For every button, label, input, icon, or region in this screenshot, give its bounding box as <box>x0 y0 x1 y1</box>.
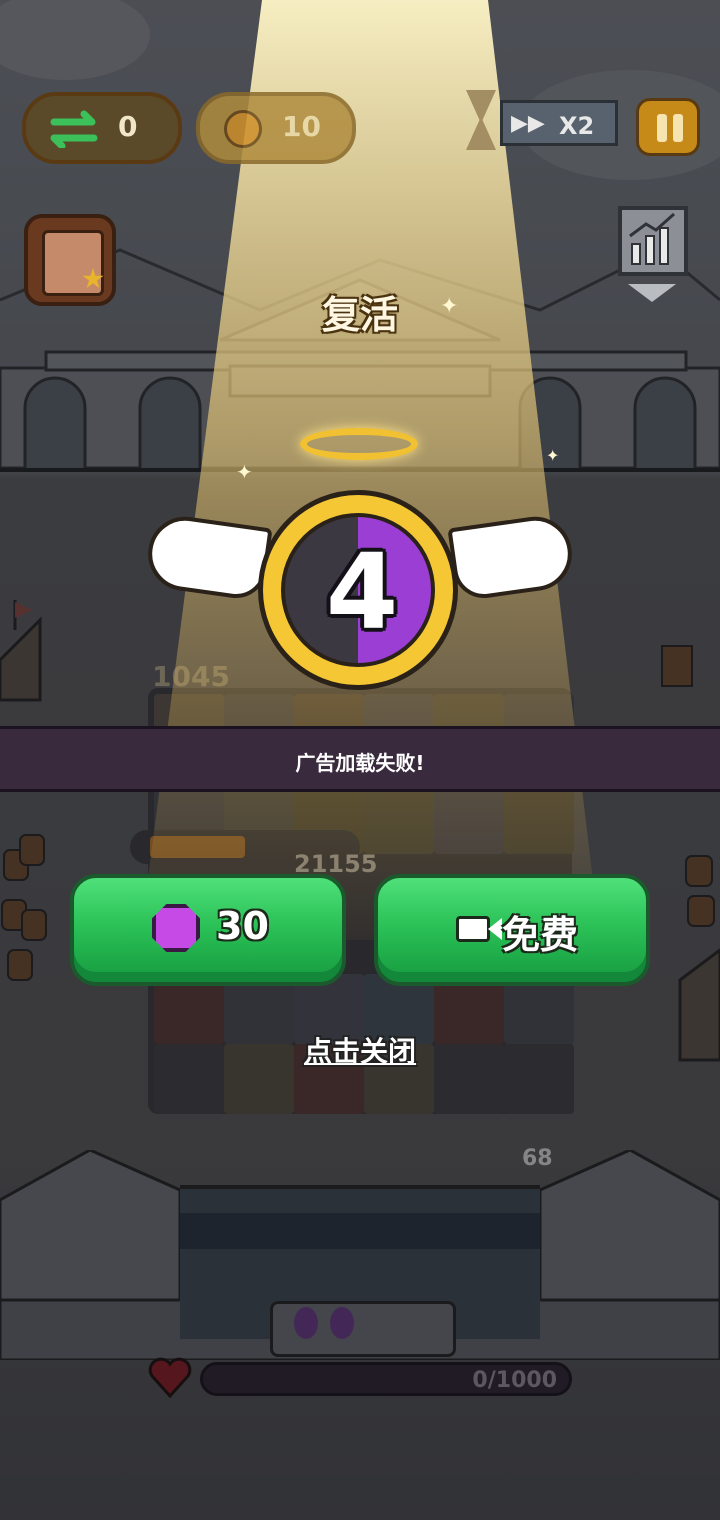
sparkle-icon: ✦ <box>546 446 560 465</box>
boost-count: 10 <box>282 110 321 143</box>
revive-countdown-ring: 4 <box>258 490 458 690</box>
pause-icon <box>673 114 683 142</box>
halo-icon <box>300 428 418 460</box>
pause-button[interactable] <box>636 98 700 156</box>
ad-error-text: 广告加载失败! <box>295 751 425 775</box>
fast-forward-icon: ▶▶ <box>511 111 545 136</box>
countdown-number: 4 <box>325 531 399 653</box>
stats-button[interactable] <box>618 206 688 276</box>
tap-to-close-link[interactable]: 点击关闭 <box>0 1030 720 1070</box>
swap-counter-pill: 0 <box>22 92 182 164</box>
video-camera-icon <box>456 916 490 942</box>
sparkle-icon: ✦ <box>236 460 253 484</box>
chart-icon <box>629 212 675 265</box>
free-label: 免费 <box>502 913 579 957</box>
video-camera-lens-icon <box>488 918 502 940</box>
ad-error-banner: 广告加载失败! <box>0 726 720 792</box>
revive-title: 复活 <box>321 293 398 337</box>
boost-counter-pill: 10 <box>196 92 356 164</box>
sparkle-icon: ✦ <box>440 294 459 319</box>
pause-icon <box>657 114 667 142</box>
gem-cost-label: 30 <box>216 904 269 948</box>
speed-toggle-button[interactable]: ▶▶ X2 <box>500 100 618 146</box>
game-scene: 1045 21155 68 0/1000 0 10 ▶▶ X2 复活 ✦ ✦ ✦… <box>0 0 720 1520</box>
revive-gem-button[interactable]: 30 <box>70 874 346 986</box>
revive-free-ad-button[interactable]: 免费 <box>374 874 650 986</box>
speed-label: X2 <box>559 112 595 140</box>
swap-arrows-icon <box>50 110 98 148</box>
boost-icon <box>224 110 262 148</box>
countdown-progress: 4 <box>281 513 435 667</box>
gem-icon <box>152 904 200 952</box>
swap-count: 0 <box>118 110 138 143</box>
